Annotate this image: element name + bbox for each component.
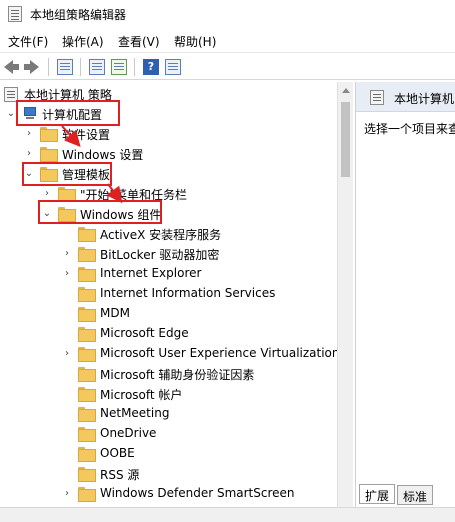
policy-editor-app-icon [8,6,22,22]
toolbar-separator [80,58,81,76]
details-header: 本地计算机 [356,82,455,112]
arrow-to-admin-templates [61,125,81,147]
toolbar-separator [134,58,135,76]
policy-icon [370,90,384,105]
tab-extended[interactable]: 扩展 [359,484,396,504]
menu-view[interactable]: 查看(V) [118,33,160,50]
menu-file[interactable]: 文件(F) [8,33,48,50]
tree-scrollbar[interactable] [337,82,353,507]
policy-tree: 本地计算机 策略 ⌄ 计算机配置 › 软件设置 › Windows 设置 ⌄ 管… [0,82,353,507]
help-icon[interactable]: ? [142,58,160,76]
window-title: 本地组策略编辑器 [30,8,127,22]
properties-icon[interactable] [88,58,106,76]
arrow-to-windows-components [106,183,123,204]
show-hide-tree-icon[interactable] [56,58,74,76]
menu-action[interactable]: 操作(A) [62,33,104,50]
annotation-arrows [61,125,123,204]
toolbar: ? [0,52,455,80]
title-bar: 本地组策略编辑器 [0,0,455,28]
menu-bar: 文件(F) 操作(A) 查看(V) 帮助(H) [0,30,455,52]
tab-standard[interactable]: 标准 [397,485,434,505]
scroll-up-icon[interactable] [342,88,350,93]
details-pane: 本地计算机 选择一个项目来查 [355,82,455,507]
details-hint: 选择一个项目来查 [364,122,455,136]
view-icon[interactable] [164,58,182,76]
details-title: 本地计算机 [394,92,455,106]
toolbar-separator [48,58,49,76]
menu-help[interactable]: 帮助(H) [174,33,216,50]
forward-icon[interactable] [24,58,42,76]
status-bar [0,507,455,522]
view-tabs: 扩展 标准 [355,484,455,506]
back-icon[interactable] [4,58,22,76]
group-policy-editor-window: 本地组策略编辑器 文件(F) 操作(A) 查看(V) 帮助(H) ? 本地计算机… [0,0,455,522]
export-list-icon[interactable] [110,58,128,76]
scroll-thumb[interactable] [341,102,350,177]
